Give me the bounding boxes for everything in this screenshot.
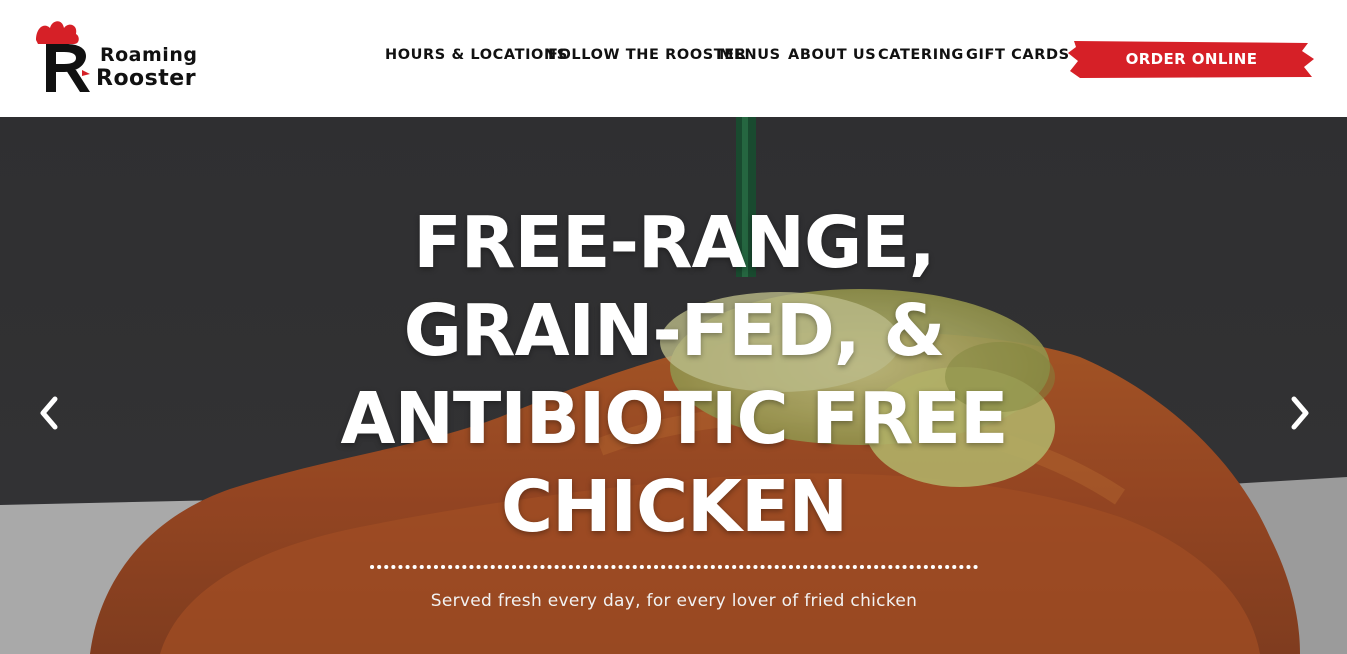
- hero-slider: FREE-RANGE, GRAIN-FED, & ANTIBIOTIC FREE…: [0, 117, 1347, 654]
- order-online-button[interactable]: ORDER ONLINE: [1068, 39, 1315, 80]
- chevron-left-icon: [40, 396, 58, 430]
- slider-prev-button[interactable]: [35, 395, 65, 431]
- roaming-rooster-logo[interactable]: Roaming Rooster: [34, 18, 214, 100]
- headline-line-1: FREE-RANGE,: [413, 201, 935, 284]
- nav-hours-locations[interactable]: HOURS & LOCATIONS: [385, 47, 568, 63]
- nav-gift-cards[interactable]: GIFT CARDS: [966, 47, 1070, 63]
- logo-wordmark-bottom: Rooster: [96, 66, 197, 91]
- nav-about-us[interactable]: ABOUT US: [788, 47, 876, 63]
- headline-line-4: CHICKEN: [501, 465, 848, 548]
- hero-tagline: Served fresh every day, for every lover …: [430, 591, 918, 611]
- logo-wordmark-top: Roaming: [100, 44, 198, 66]
- chevron-right-icon: [1291, 396, 1309, 430]
- hero-headline: FREE-RANGE, GRAIN-FED, & ANTIBIOTIC FREE…: [340, 199, 1009, 551]
- dotted-divider: [370, 565, 980, 569]
- nav-menus[interactable]: MENUS: [719, 47, 781, 63]
- slider-next-button[interactable]: [1284, 395, 1314, 431]
- nav-catering[interactable]: CATERING: [878, 47, 964, 63]
- headline-line-3: ANTIBIOTIC FREE: [340, 377, 1009, 460]
- headline-line-2: GRAIN-FED, &: [403, 289, 946, 372]
- order-online-label: ORDER ONLINE: [1125, 50, 1258, 68]
- site-header: Roaming Rooster HOURS & LOCATIONS FOLLOW…: [0, 0, 1347, 117]
- nav-follow-the-rooster[interactable]: FOLLOW THE ROOSTER: [548, 47, 747, 63]
